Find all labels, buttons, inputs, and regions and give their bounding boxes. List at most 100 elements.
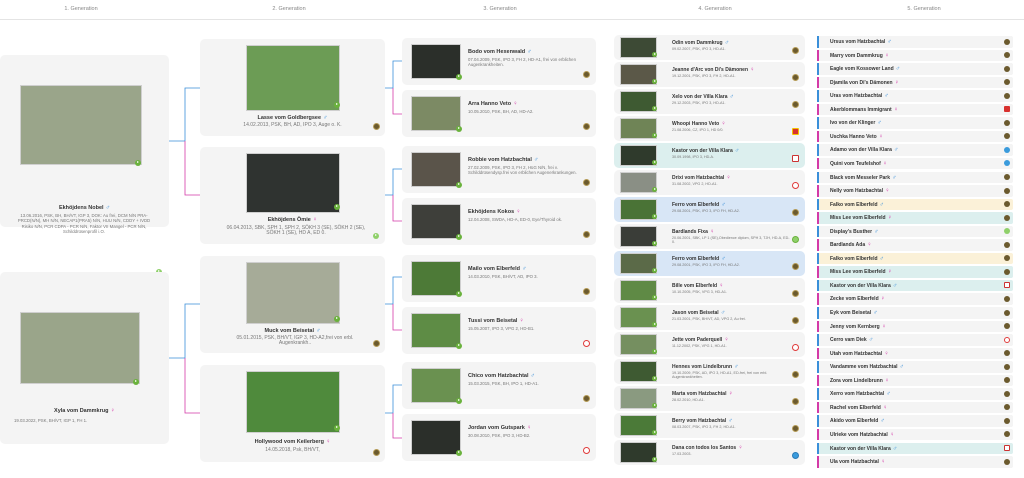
dog-name-row: Xerro vom Hatzbachtal ♂ [830,391,891,397]
g5-row-12[interactable]: Nelly vom Hatzbachtal ♀ [817,185,1013,197]
play-icon[interactable] [334,102,340,108]
g4-card-13[interactable]: Hennes vom Lindelbrunn ♂ 19.10.2009, PSK, … [614,359,805,384]
g5-row-1[interactable]: Ursus vom Hatzbachtal ♂ [817,36,1013,48]
dog-name: Jason vom Beisetal [672,310,719,316]
g4-card-2[interactable]: Jeanne d'Arc von Di's Dämonen ♀ 19.12.2001… [614,62,805,87]
play-icon[interactable] [652,52,657,57]
g5-row-14[interactable]: Miss Lee vom Elberfeld ♀ [817,212,1013,224]
g2-card-1[interactable]: Lasse vom Goldbergsee ♂ 14.02.2013, PSK, … [200,39,385,136]
g5-row-27[interactable]: Xerro vom Hatzbachtal ♂ [817,388,1013,400]
g5-row-10[interactable]: Quini vom Teufelshof ♀ [817,157,1013,170]
play-icon[interactable] [456,234,462,240]
g1-card-sire[interactable]: Ekhöjdens Nobel ♂ 13.06.2016, PSK, BH, BH… [0,55,169,275]
g4-card-4[interactable]: Whoopi Hanno Veto ♀ 21.08.2006, CZ, IPO 1,… [614,116,805,141]
play-icon[interactable] [652,241,657,246]
g5-row-28[interactable]: Rachel vom Elberfeld ♀ [817,401,1013,414]
g5-row-22[interactable]: Jenny vom Kernberg ♀ [817,320,1013,333]
g5-row-24[interactable]: Utah vom Hatzbachtal ♀ [817,347,1013,360]
play-icon[interactable] [456,74,462,80]
play-icon[interactable] [652,349,657,354]
g2-card-4[interactable]: Hollywood vom Keilerberg ♀ 14.05.2018, Ps… [200,365,385,462]
g5-row-4[interactable]: Djamila von Di's Dämonen ♀ [817,76,1013,89]
g5-row-15[interactable]: Display's Busther ♂ [817,225,1013,238]
g5-row-20[interactable]: Zecke vom Elberfeld ♀ [817,293,1013,305]
g4-card-8[interactable]: Bardlands Fixa ♀ 20.06.2001, SBK, LP 1 (SE… [614,224,805,249]
play-icon[interactable] [456,126,462,132]
play-icon[interactable] [652,403,657,408]
play-icon[interactable] [652,214,657,219]
g5-row-13[interactable]: Falko vom Elberfeld ♂ [817,198,1013,211]
dog-name-row: Tussi vom Beisetal ♀ [468,318,524,324]
g5-row-3[interactable]: Eagle vom Kossower Land ♂ [817,63,1013,75]
g3-card-2[interactable]: Arra Hanno Veto ♀ 10.05.2010, PSK, BH, AD,… [402,90,596,137]
g5-row-26[interactable]: Zora vom Lindelbrunn ♀ [817,374,1013,387]
g4-card-3[interactable]: Xelo von der Villa Klara ♂ 29.12.2003, PSK… [614,89,805,114]
g3-card-3[interactable]: Robbie vom Hatzbachtal ♂ 27.02.2009, PSK, … [402,146,596,193]
play-icon[interactable] [652,295,657,300]
play-icon[interactable] [456,291,462,297]
play-icon[interactable] [456,343,462,349]
g3-card-1[interactable]: Bodo vom Hexenwald ♂ 07.04.2009, PSK, IPO … [402,38,596,85]
g4-card-7[interactable]: Ferro vom Elberfeld ♂ 29.08.2001, PSK, IPO… [614,197,805,222]
g5-row-19[interactable]: Kastor von der Villa Klara ♂ [817,279,1013,292]
g3-card-5[interactable]: Mailo vom Elberfeld ♂ 14.03.2010, PSK, BH/… [402,255,596,302]
play-icon[interactable] [652,322,657,327]
g4-card-15[interactable]: Berry vom Hatzbachtal ♂ 08.03.2007, PSK, I… [614,413,805,438]
play-icon[interactable] [652,160,657,165]
g2-card-3[interactable]: Muck vom Beisetal ♂ 05.01.2015, PSK, BH/V… [200,256,385,353]
play-icon[interactable] [135,160,141,166]
g5-row-29[interactable]: Akido vom Elberfeld ♂ [817,415,1013,427]
play-icon[interactable] [652,79,657,84]
g4-card-1[interactable]: Odin vom Dammkrug ♂ 09.02.2007, PSK, IPO 3… [614,35,805,60]
play-icon[interactable] [652,106,657,111]
play-icon[interactable] [652,268,657,273]
g5-row-31[interactable]: Kastor von der Villa Klara ♂ [817,442,1013,454]
g5-row-7[interactable]: Ivo von der Klinger ♂ [817,117,1013,129]
play-icon[interactable] [133,379,139,385]
g5-row-21[interactable]: Eyk vom Beisetal ♂ [817,307,1013,319]
play-icon[interactable] [652,133,657,138]
g5-row-32[interactable]: Ula vom Hatzbachtal ♀ [817,456,1013,468]
g5-row-2[interactable]: Marry vom Dammkrug ♀ [817,49,1013,62]
play-icon[interactable] [652,457,657,462]
g4-card-11[interactable]: Jason vom Beisetal ♂ 21.03.2001, PSK, BH/V… [614,305,805,330]
g5-row-11[interactable]: Black vom Messeler Park ♂ [817,171,1013,183]
g2-card-2[interactable]: Ekhöjdens Ömie ♀ 06.04.2013, SBK, SPH 1, … [200,147,385,244]
g4-card-16[interactable]: Dana con todos los Santos ♀ 17.03.2003. [614,440,805,465]
dog-name-row: Eyk vom Beisetal ♂ [830,310,878,316]
g3-card-7[interactable]: Chico vom Hatzbachtal ♂ 15.03.2015, PSK, B… [402,362,596,409]
g5-row-30[interactable]: Ulrieke vom Hatzbachtal ♀ [817,428,1013,441]
g3-card-6[interactable]: Tussi vom Beisetal ♀ 15.05.2007, IPO 3, VP… [402,307,596,354]
play-icon[interactable] [334,204,340,210]
male-icon: ♂ [527,49,532,55]
g3-card-4[interactable]: Ekhöjdens Kokos ♀ 12.04.2008, SWDA, HD-A, … [402,198,596,245]
play-icon[interactable] [652,376,657,381]
g4-card-12[interactable]: Jette vom Paderquell ♀ 11.12.2002, PSK, VP… [614,332,805,357]
g3-card-8[interactable]: Jordan vom Gutspark ♀ 30.08.2010, PSK, IPO… [402,414,596,461]
play-icon[interactable] [334,316,340,322]
play-icon[interactable] [456,182,462,188]
play-icon[interactable] [456,398,462,404]
g4-card-14[interactable]: Marta vom Hatzbachtal ♀ 28.02.2010, HD-A1. [614,386,805,411]
g5-row-23[interactable]: Cerro vam Diek ♂ [817,334,1013,346]
dog-name-row: Ivo von der Klinger ♂ [830,120,882,126]
female-icon: ♀ [893,106,899,113]
g4-card-5[interactable]: Kastor von der Villa Klara ♂ 30.09.1998, I… [614,143,805,168]
g5-row-9[interactable]: Adamo von der Villa Klara ♂ [817,144,1013,156]
play-icon[interactable] [652,430,657,435]
g5-row-5[interactable]: Uras vom Hatzbachtal ♂ [817,90,1013,102]
play-icon[interactable] [456,450,462,456]
g4-card-9[interactable]: Ferro vom Elberfeld ♂ 29.08.2001, PSK, IPO… [614,251,805,276]
sex-bar [817,117,819,129]
g1-card-dam[interactable]: Xyla vom Dammkrug ♀ 19.03.2022, PSK, BH/V… [0,272,169,444]
g4-card-6[interactable]: Drixi vom Hatzbachtal ♀ 31.08.2002, VPG 2,… [614,170,805,195]
g5-row-16[interactable]: Bardlands Ada ♀ [817,239,1013,251]
g5-row-18[interactable]: Miss Lee vom Elberfeld ♀ [817,266,1013,278]
g5-row-6[interactable]: Akerblommans Immigrant ♀ [817,103,1013,116]
play-icon[interactable] [652,187,657,192]
g4-card-10[interactable]: Bille vom Elberfeld ♀ 10.10.2005, PSK, VPG… [614,278,805,303]
play-icon[interactable] [334,425,340,431]
g5-row-8[interactable]: Uschka Hanno Veto ♀ [817,130,1013,143]
g5-row-17[interactable]: Falko vom Elberfeld ♂ [817,252,1013,265]
g5-row-25[interactable]: Vandamme vom Hatzbachtal ♂ [817,361,1013,373]
